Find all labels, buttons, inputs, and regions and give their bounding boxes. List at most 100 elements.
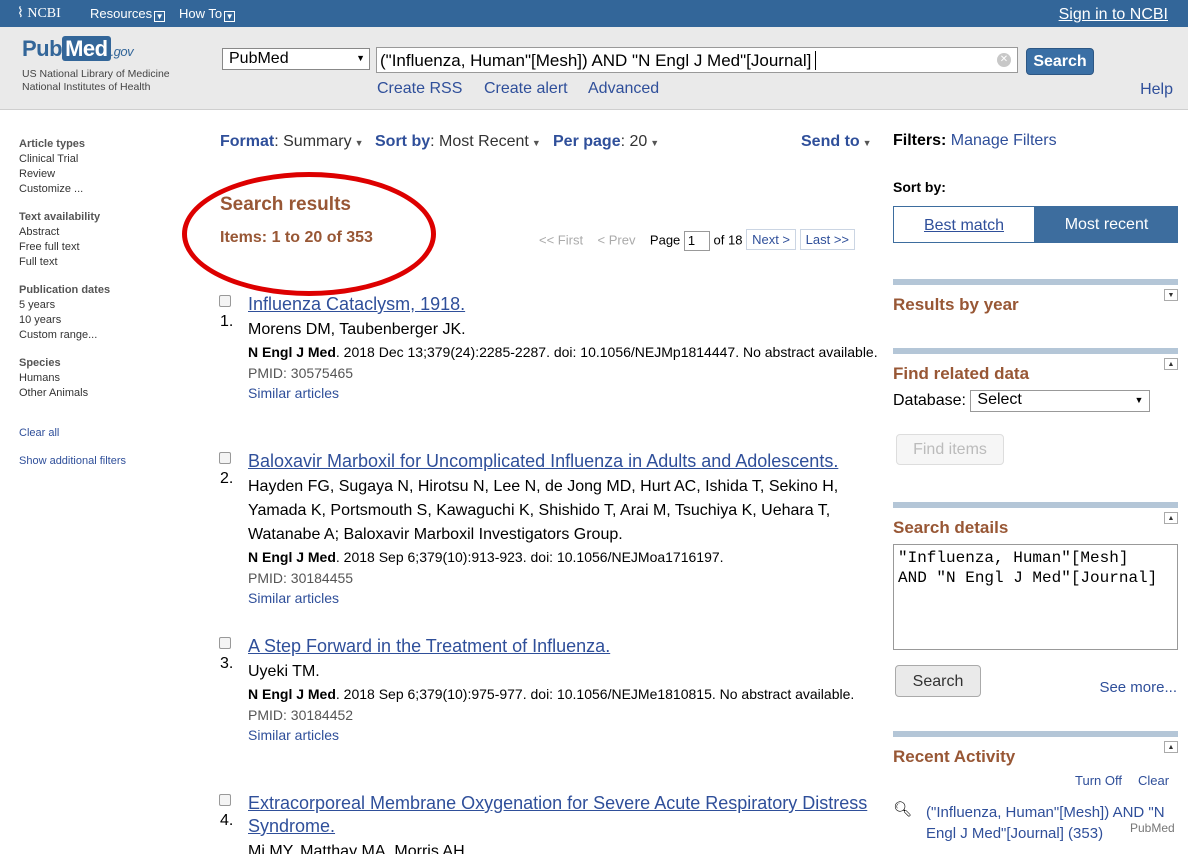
caret-down-icon: ▼ xyxy=(354,138,364,148)
search-results-title: Search results xyxy=(220,194,351,215)
turn-off-link[interactable]: Turn Off xyxy=(1075,773,1122,788)
chevron-down-icon: ▼ xyxy=(224,11,236,22)
format-dropdown[interactable]: Format: Summary ▼ xyxy=(220,133,364,151)
find-related-data-panel: Find related data ▲ Database: Select ▼ xyxy=(893,348,1178,412)
caret-down-icon: ▼ xyxy=(862,138,872,148)
manage-filters-link[interactable]: Manage Filters xyxy=(951,132,1057,149)
filter-clinical-trial[interactable]: Clinical Trial xyxy=(19,153,179,165)
result-title-link[interactable]: Influenza Cataclysm, 1918. xyxy=(248,293,878,316)
search-details-textarea[interactable]: "Influenza, Human"[Mesh] AND "N Engl J M… xyxy=(893,544,1178,650)
text-cursor xyxy=(815,51,822,70)
helix-icon: ⌇ xyxy=(17,6,24,21)
chevron-down-icon: ▼ xyxy=(154,11,166,22)
top-bar: ⌇ NCBI Resources ▼ How To ▼ Sign in to NCB… xyxy=(0,0,1188,27)
caret-down-icon: ▼ xyxy=(531,138,541,148)
pubmed-db-tag: PubMed xyxy=(1130,821,1175,835)
last-page-button[interactable]: Last >> xyxy=(799,229,856,251)
clear-all-link[interactable]: Clear all xyxy=(19,427,59,439)
filter-review[interactable]: Review xyxy=(19,168,179,180)
filter-other-animals[interactable]: Other Animals xyxy=(19,387,179,399)
create-alert-link[interactable]: Create alert xyxy=(484,80,568,98)
sign-in-link[interactable]: Sign in to NCBI xyxy=(1059,6,1168,24)
similar-articles-link[interactable]: Similar articles xyxy=(248,590,339,606)
filter-customize[interactable]: Customize ... xyxy=(19,183,179,195)
similar-articles-link[interactable]: Similar articles xyxy=(248,727,339,743)
send-to-dropdown[interactable]: Send to ▼ xyxy=(801,133,872,151)
result-checkbox[interactable] xyxy=(219,295,231,307)
sort-by-label: Sort by: xyxy=(893,179,946,195)
result-pmid: PMID: 30184455 xyxy=(248,570,354,586)
article-types-heading: Article types xyxy=(19,138,86,150)
result-pmid: PMID: 30575465 xyxy=(248,365,354,381)
filter-full-text[interactable]: Full text xyxy=(19,256,179,268)
result-number: 1. xyxy=(220,313,234,330)
result-checkbox[interactable] xyxy=(219,637,231,649)
page-total: of 18 xyxy=(713,232,743,248)
result-title-link[interactable]: Baloxavir Marboxil for Uncomplicated Inf… xyxy=(248,450,878,473)
publication-dates-heading: Publication dates xyxy=(19,284,111,296)
result-number: 4. xyxy=(220,812,234,829)
search-details-button[interactable]: Search xyxy=(895,665,981,697)
sort-dropdown[interactable]: Sort by: Most Recent ▼ xyxy=(375,133,541,151)
resources-menu[interactable]: Resources ▼ xyxy=(90,6,166,22)
per-page-dropdown[interactable]: Per page: 20 ▼ xyxy=(553,133,659,151)
chevron-down-icon: ▼ xyxy=(356,53,365,63)
collapse-toggle-icon[interactable]: ▲ xyxy=(1164,358,1178,370)
collapse-toggle-icon[interactable]: ▲ xyxy=(1164,741,1178,753)
advanced-link[interactable]: Advanced xyxy=(588,80,659,98)
filter-free-full-text[interactable]: Free full text xyxy=(19,241,179,253)
howto-menu[interactable]: How To ▼ xyxy=(179,6,236,22)
next-page-button[interactable]: Next > xyxy=(746,229,797,251)
search-input[interactable]: ("Influenza, Human"[Mesh]) AND "N Engl J… xyxy=(376,47,1018,73)
best-match-button[interactable]: Best match xyxy=(893,206,1035,243)
create-rss-link[interactable]: Create RSS xyxy=(377,80,462,98)
species-heading: Species xyxy=(19,357,61,369)
filter-10-years[interactable]: 10 years xyxy=(19,314,179,326)
result-item: 4. Extracorporeal Membrane Oxygenation f… xyxy=(218,792,878,854)
filter-abstract[interactable]: Abstract xyxy=(19,226,179,238)
page-number-input[interactable]: 1 xyxy=(683,231,710,251)
filter-custom-range[interactable]: Custom range... xyxy=(19,329,179,341)
ncbi-logo[interactable]: ⌇ NCBI xyxy=(17,5,61,22)
search-icon: 🔍︎ xyxy=(893,801,913,818)
prev-page-link: < Prev xyxy=(597,232,636,248)
header: Pub Med .gov US National Library of Medici… xyxy=(0,27,1188,110)
expand-toggle-icon[interactable]: ▼ xyxy=(1164,289,1178,301)
similar-articles-link[interactable]: Similar articles xyxy=(248,385,339,401)
pubmed-logo[interactable]: Pub Med .gov xyxy=(22,36,134,62)
result-citation: N Engl J Med. 2018 Sep 6;379(10):975-977… xyxy=(248,686,855,702)
chevron-down-icon: ▼ xyxy=(1134,395,1144,405)
result-pmid: PMID: 30184452 xyxy=(248,707,354,723)
result-citation: N Engl J Med. 2018 Dec 13;379(24):2285-2… xyxy=(248,344,878,360)
collapse-toggle-icon[interactable]: ▲ xyxy=(1164,512,1178,524)
results-by-year-heading: Results by year xyxy=(893,295,1019,314)
result-authors: Mi MY, Matthay MA, Morris AH. xyxy=(248,843,470,854)
help-link[interactable]: Help xyxy=(1140,81,1173,99)
find-related-data-heading: Find related data xyxy=(893,364,1030,383)
search-button[interactable]: Search xyxy=(1026,48,1094,75)
show-additional-filters-link[interactable]: Show additional filters xyxy=(19,455,126,467)
related-database-select[interactable]: Select ▼ xyxy=(970,390,1151,412)
result-title-link[interactable]: A Step Forward in the Treatment of Influ… xyxy=(248,635,878,658)
most-recent-button[interactable]: Most recent xyxy=(1035,206,1178,243)
result-title-link[interactable]: Extracorporeal Membrane Oxygenation for … xyxy=(248,792,878,838)
result-item: 1. Influenza Cataclysm, 1918. Morens DM,… xyxy=(218,293,878,403)
find-items-button: Find items xyxy=(896,434,1004,465)
first-page-link: << First xyxy=(539,232,584,248)
caret-down-icon: ▼ xyxy=(650,138,660,148)
items-count: Items: 1 to 20 of 353 xyxy=(220,229,373,246)
see-more-link[interactable]: See more... xyxy=(1099,679,1177,696)
clear-icon[interactable]: ✕ xyxy=(997,53,1011,67)
result-checkbox[interactable] xyxy=(219,452,231,464)
filter-5-years[interactable]: 5 years xyxy=(19,299,179,311)
database-label: Database: xyxy=(893,392,966,410)
filter-humans[interactable]: Humans xyxy=(19,372,179,384)
sort-toggle: Best match Most recent xyxy=(893,206,1178,243)
result-checkbox[interactable] xyxy=(219,794,231,806)
search-details-panel: Search details ▲ xyxy=(893,502,1178,538)
recent-activity-panel: Recent Activity ▲ xyxy=(893,731,1178,767)
database-select[interactable]: PubMed ▼ xyxy=(222,48,370,70)
result-authors: Hayden FG, Sugaya N, Hirotsu N, Lee N, d… xyxy=(248,478,839,543)
clear-activity-link[interactable]: Clear xyxy=(1138,773,1169,788)
recent-activity-heading: Recent Activity xyxy=(893,747,1016,766)
